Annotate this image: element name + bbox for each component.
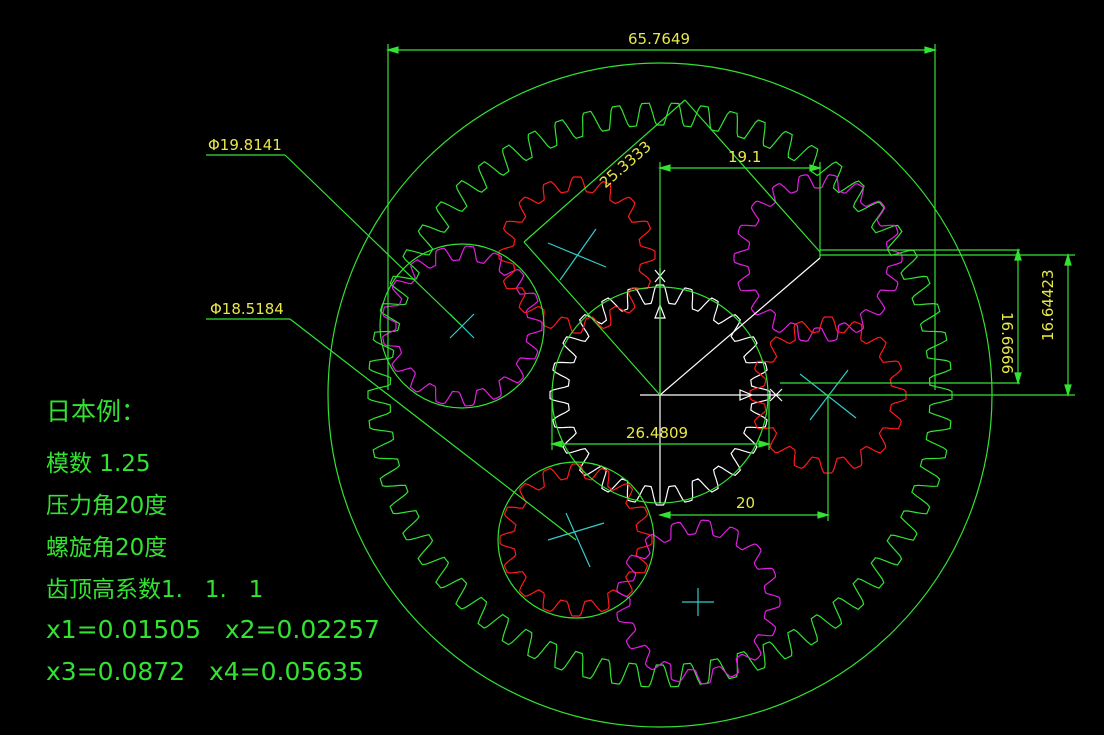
dim-center-distance: 25.3333 [596, 137, 655, 191]
dim-vertical-b: 16.64423 [1039, 269, 1057, 341]
notes-pressure-angle: 压力角20度 [46, 493, 168, 519]
notes-addendum: 齿顶高系数1. 1. 1 [46, 577, 264, 603]
planet-gear-upper-right [733, 174, 903, 342]
dim-overall-width: 65.7649 [628, 30, 690, 48]
dim-offset-bottom: 20 [736, 494, 755, 512]
notes-module: 模数 1.25 [46, 451, 151, 477]
dim-diameter-lower: Φ18.5184 [210, 300, 284, 318]
notes-helix-angle: 螺旋角20度 [46, 535, 168, 561]
dim-diameter-upper: Φ19.8141 [208, 136, 282, 154]
notes-title: 日本例： [46, 397, 147, 426]
notes-x34: x3=0.0872 x4=0.05635 [46, 657, 364, 686]
dim-sun-width: 26.4809 [626, 424, 688, 442]
notes-x12: x1=0.01505 x2=0.02257 [46, 615, 380, 644]
dimension-lines [206, 44, 1075, 541]
dim-offset-top: 19.1 [728, 148, 761, 166]
dim-vertical-a: 16.6666 [998, 312, 1016, 374]
